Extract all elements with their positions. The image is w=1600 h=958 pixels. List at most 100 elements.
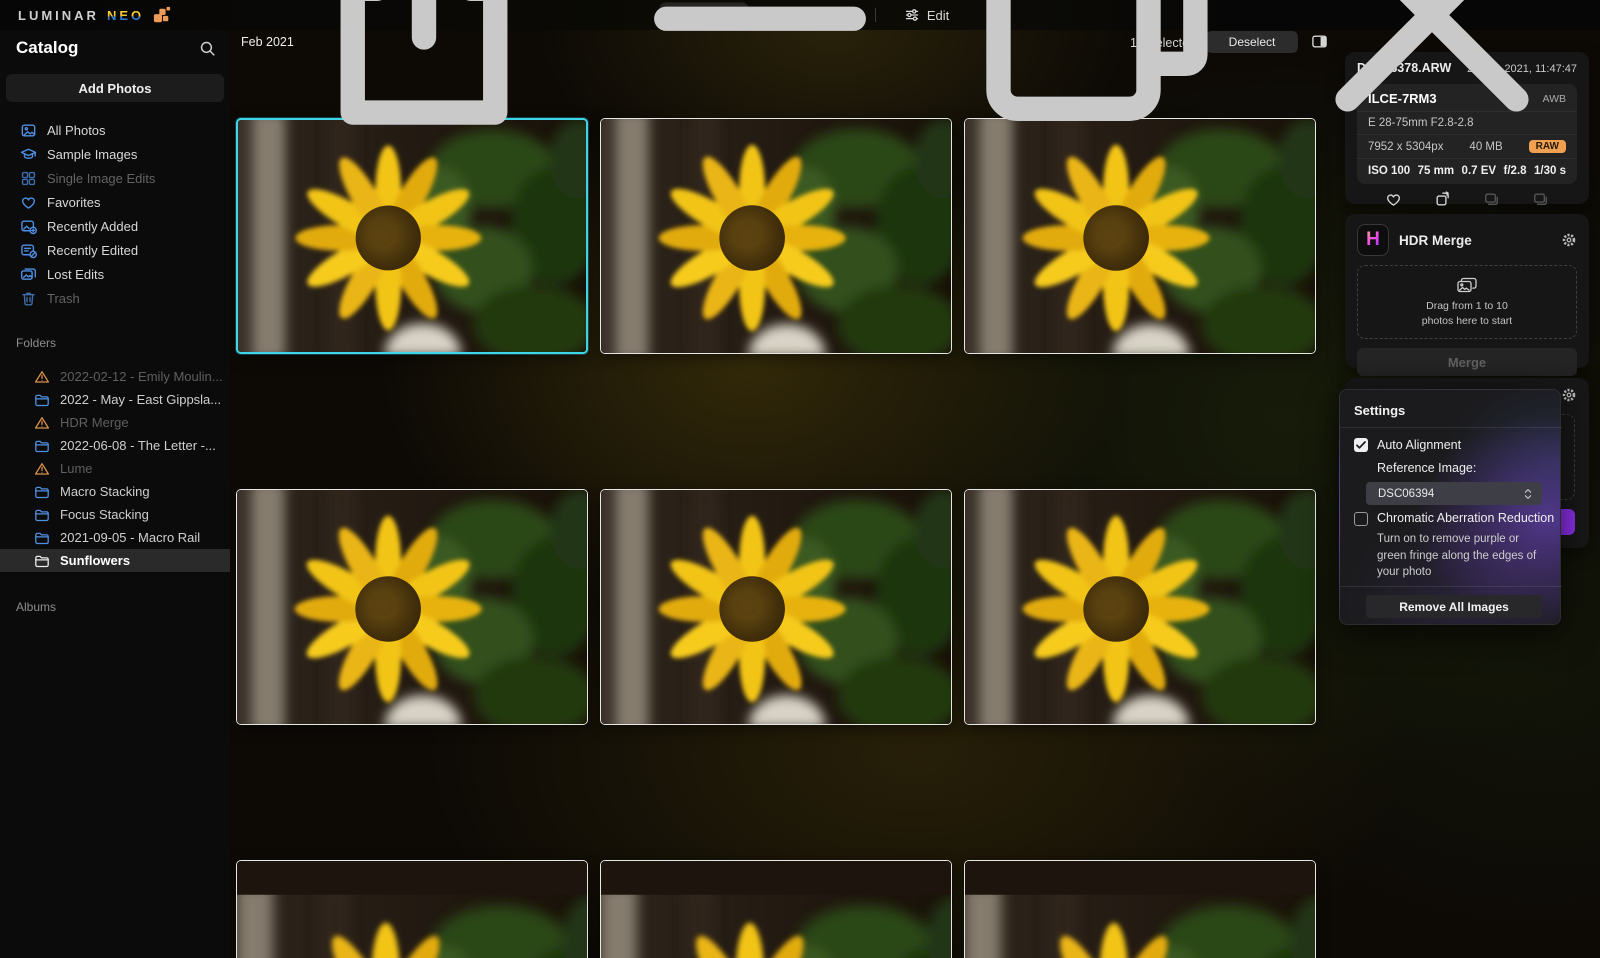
page-title: Catalog bbox=[16, 38, 79, 57]
folder-label: Lume bbox=[60, 461, 93, 476]
sidebar-item-recently-edited[interactable]: Recently Edited bbox=[0, 238, 230, 262]
image-plus-icon bbox=[20, 218, 37, 235]
sunflower-photo bbox=[965, 490, 1315, 724]
folders-section-label: Folders bbox=[16, 336, 57, 350]
folder-icon bbox=[34, 438, 50, 454]
app-logo: LUMINAR NEO bbox=[18, 6, 172, 24]
hdr-merge-card: H HDR Merge Drag from 1 to 10 photos her… bbox=[1345, 214, 1589, 376]
photo-thumbnail[interactable] bbox=[600, 489, 952, 725]
dropzone-hint-line2: photos here to start bbox=[1421, 315, 1513, 327]
cap-icon bbox=[20, 146, 37, 163]
folder-item-macro-stacking[interactable]: Macro Stacking bbox=[0, 480, 230, 503]
add-photos-button[interactable]: Add Photos bbox=[6, 74, 224, 102]
close-button[interactable] bbox=[1276, 0, 1588, 167]
folder-item-2021-09-05-macro-rail[interactable]: 2021-09-05 - Macro Rail bbox=[0, 526, 230, 549]
heart-icon[interactable] bbox=[1385, 191, 1402, 208]
reference-image-label: Reference Image: bbox=[1377, 461, 1477, 475]
folder-icon bbox=[34, 553, 50, 569]
sidebar-item-recently-added[interactable]: Recently Added bbox=[0, 214, 230, 238]
puzzle-icon bbox=[154, 6, 171, 23]
merge-button[interactable]: Merge bbox=[1357, 348, 1577, 376]
folder-item-2022-may-east-gippsla[interactable]: 2022 - May - East Gippsla... bbox=[0, 388, 230, 411]
sidebar-item-lost-edits[interactable]: Lost Edits bbox=[0, 262, 230, 286]
reference-image-value: DSC06394 bbox=[1378, 487, 1435, 500]
remove-all-images-button[interactable]: Remove All Images bbox=[1366, 595, 1542, 618]
photo-thumbnail[interactable] bbox=[236, 489, 588, 725]
sidebar-item-label: Single Image Edits bbox=[47, 170, 156, 186]
folder-label: Sunflowers bbox=[60, 553, 131, 568]
folder-label: Macro Stacking bbox=[60, 484, 150, 499]
folder-item-focus-stacking[interactable]: Focus Stacking bbox=[0, 503, 230, 526]
dropzone-hint-line1: Drag from 1 to 10 bbox=[1426, 299, 1508, 312]
hdr-settings-gear-icon[interactable] bbox=[1561, 232, 1577, 248]
sidebar-item-label: All Photos bbox=[47, 122, 106, 138]
photo-thumbnail[interactable] bbox=[964, 489, 1316, 725]
sidebar-item-all-photos[interactable]: All Photos bbox=[0, 118, 230, 142]
photo-thumbnail[interactable] bbox=[600, 860, 952, 958]
hdr-dropzone[interactable]: Drag from 1 to 10 photos here to start bbox=[1357, 265, 1577, 339]
folder-item-sunflowers[interactable]: Sunflowers bbox=[0, 549, 230, 572]
folder-label: HDR Merge bbox=[60, 415, 129, 430]
sunflower-photo bbox=[601, 861, 951, 958]
sidebar-item-favorites[interactable]: Favorites bbox=[0, 190, 230, 214]
sidebar: Catalog Add Photos All Photos Sample Imag… bbox=[0, 30, 230, 958]
folder-item-2022-02-12-emily-moulin[interactable]: 2022-02-12 - Emily Moulin... bbox=[0, 365, 230, 388]
divider bbox=[1340, 427, 1562, 428]
folder-item-hdr-merge[interactable]: HDR Merge bbox=[0, 411, 230, 434]
chromatic-aberration-description: Turn on to remove purple or green fringe… bbox=[1377, 533, 1537, 579]
photos-drop-icon bbox=[1456, 276, 1478, 295]
folders-list: 2022-02-12 - Emily Moulin... 2022 - May -… bbox=[0, 365, 230, 572]
share-icon bbox=[274, 0, 574, 165]
library-nav: All Photos Sample Images Single Image Edit… bbox=[0, 118, 230, 310]
sidebar-item-sample-images[interactable]: Sample Images bbox=[0, 142, 230, 166]
photo-thumbnail[interactable] bbox=[236, 860, 588, 958]
heart-icon bbox=[20, 194, 37, 211]
folder-icon bbox=[34, 392, 50, 408]
share-button[interactable] bbox=[268, 0, 580, 167]
auto-alignment-checkbox[interactable] bbox=[1354, 438, 1368, 452]
search-icon[interactable] bbox=[199, 40, 216, 57]
folder-label: 2021-09-05 - Macro Rail bbox=[60, 530, 201, 545]
folder-icon bbox=[34, 507, 50, 523]
sidebar-item-label: Sample Images bbox=[47, 146, 138, 162]
close-icon bbox=[1282, 0, 1582, 165]
chevron-up-down-icon bbox=[1522, 487, 1534, 501]
photos-icon bbox=[20, 122, 37, 139]
logo-luminar: LUMINAR bbox=[18, 7, 99, 23]
rotate-icon[interactable] bbox=[1434, 191, 1451, 208]
albums-section-label: Albums bbox=[16, 600, 57, 614]
grid-icon bbox=[20, 170, 37, 187]
image-edit-icon bbox=[20, 242, 37, 259]
sidebar-item-trash[interactable]: Trash bbox=[0, 286, 230, 310]
minimize-icon bbox=[610, 0, 910, 165]
extension-settings-gear-icon[interactable] bbox=[1561, 387, 1577, 403]
settings-popup-title: Settings bbox=[1354, 403, 1406, 418]
reference-image-select[interactable]: DSC06394 bbox=[1366, 482, 1542, 505]
photo-thumbnail[interactable] bbox=[964, 860, 1316, 958]
sunflower-photo bbox=[237, 861, 587, 958]
sunflower-photo bbox=[237, 490, 587, 724]
warning-icon bbox=[34, 369, 50, 385]
warning-icon bbox=[34, 461, 50, 477]
sidebar-item-single-image-edits[interactable]: Single Image Edits bbox=[0, 166, 230, 190]
window-controls bbox=[268, 0, 1588, 125]
folder-icon bbox=[34, 530, 50, 546]
folder-icon bbox=[34, 484, 50, 500]
folder-label: 2022-06-08 - The Letter -... bbox=[60, 438, 216, 453]
copy-icon[interactable] bbox=[1483, 191, 1500, 208]
restore-button[interactable] bbox=[940, 0, 1252, 167]
sidebar-item-label: Favorites bbox=[47, 194, 101, 210]
folder-label: 2022-02-12 - Emily Moulin... bbox=[60, 369, 223, 384]
folder-item-2022-06-08-the-letter[interactable]: 2022-06-08 - The Letter -... bbox=[0, 434, 230, 457]
photo-action-icons bbox=[1357, 184, 1577, 208]
folder-item-lume[interactable]: Lume bbox=[0, 457, 230, 480]
minimize-button[interactable] bbox=[604, 0, 916, 167]
restore-icon bbox=[946, 0, 1246, 165]
divider bbox=[1340, 586, 1562, 587]
warning-icon bbox=[34, 415, 50, 431]
hdr-merge-title: HDR Merge bbox=[1399, 232, 1472, 248]
chromatic-aberration-checkbox[interactable] bbox=[1354, 512, 1368, 526]
hdr-settings-popup: Settings Auto Alignment Reference Image:… bbox=[1339, 389, 1562, 625]
sunflower-photo bbox=[601, 490, 951, 724]
copy-icon[interactable] bbox=[1532, 191, 1549, 208]
